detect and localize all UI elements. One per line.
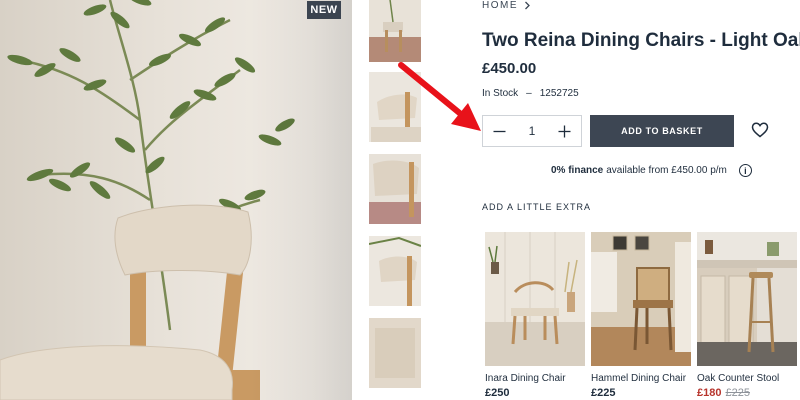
sale-price: £180 bbox=[697, 387, 722, 399]
extra-product-name[interactable]: Oak Counter Stool bbox=[697, 373, 797, 384]
new-badge: NEW bbox=[307, 1, 341, 19]
thumbnail-4-image bbox=[369, 236, 421, 306]
stock-info: In Stock – 1252725 bbox=[482, 88, 579, 99]
extra-product-price: £180 £225 bbox=[697, 387, 797, 399]
finance-rate: 0% finance bbox=[551, 165, 604, 176]
finance-info: 0% finance available from £450.00 p/m i bbox=[551, 164, 752, 177]
breadcrumb-home[interactable]: HOME bbox=[482, 0, 518, 11]
finance-text: available from £450.00 p/m bbox=[606, 165, 727, 176]
arrow-head bbox=[451, 103, 481, 131]
hammel-chair-image bbox=[591, 232, 691, 366]
inara-chair-image bbox=[485, 232, 585, 366]
quantity-stepper: 1 bbox=[482, 115, 582, 147]
chevron-right-icon bbox=[525, 1, 530, 10]
product-code: 1252725 bbox=[539, 88, 579, 99]
minus-icon bbox=[493, 130, 506, 132]
thumbnail-2-image bbox=[369, 72, 421, 142]
decrease-quantity-button[interactable] bbox=[483, 116, 516, 146]
heart-icon bbox=[751, 122, 769, 138]
thumbnail-1-image bbox=[369, 0, 421, 62]
increase-quantity-button[interactable] bbox=[548, 116, 581, 146]
extra-product-image[interactable] bbox=[485, 232, 585, 366]
extra-product-image[interactable] bbox=[591, 232, 691, 366]
thumbnail-5-image bbox=[369, 318, 421, 388]
thumbnail-3-image bbox=[369, 154, 421, 224]
extra-product-card-inara[interactable]: Inara Dining Chair £250 bbox=[485, 232, 585, 399]
stock-separator: – bbox=[526, 88, 532, 99]
extra-product-price: £225 bbox=[591, 387, 616, 399]
was-price: £225 bbox=[725, 387, 750, 399]
plus-icon bbox=[558, 125, 571, 137]
thumbnail-4[interactable] bbox=[369, 236, 421, 306]
extra-product-image[interactable] bbox=[697, 232, 797, 366]
extra-product-card-hammel[interactable]: Hammel Dining Chair £225 bbox=[591, 232, 691, 399]
breadcrumb: HOME bbox=[482, 0, 531, 11]
thumbnail-5[interactable] bbox=[369, 318, 421, 388]
thumbnail-2[interactable] bbox=[369, 72, 421, 142]
oak-stool-image bbox=[697, 232, 797, 366]
extra-product-price: £250 bbox=[485, 387, 510, 399]
extra-product-name[interactable]: Hammel Dining Chair bbox=[591, 373, 691, 384]
quantity-value[interactable]: 1 bbox=[516, 124, 548, 138]
main-product-image[interactable]: NEW bbox=[0, 0, 352, 400]
wishlist-button[interactable] bbox=[751, 121, 769, 139]
add-to-basket-button[interactable]: ADD TO BASKET bbox=[590, 115, 734, 147]
add-extra-heading: ADD A LITTLE EXTRA bbox=[482, 202, 592, 212]
extra-product-name[interactable]: Inara Dining Chair bbox=[485, 373, 585, 384]
thumbnail-3[interactable] bbox=[369, 154, 421, 224]
product-title: Two Reina Dining Chairs - Light Oak bbox=[482, 30, 800, 51]
wall-shadow bbox=[250, 0, 352, 400]
info-icon[interactable]: i bbox=[738, 164, 752, 177]
extra-product-card-oak-stool[interactable]: Oak Counter Stool £180 £225 bbox=[697, 232, 797, 399]
thumbnail-1[interactable] bbox=[369, 0, 421, 62]
stock-status: In Stock bbox=[482, 88, 519, 99]
product-price: £450.00 bbox=[482, 60, 537, 77]
